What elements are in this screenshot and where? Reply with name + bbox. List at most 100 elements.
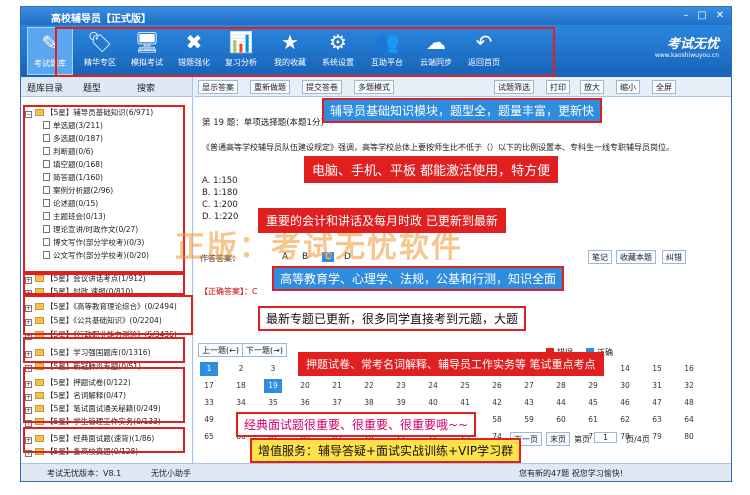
question-toolbar: 显示答案 重新做题 提交答卷 多题模式 试题筛选 打印 放大 缩小 全屏 bbox=[194, 77, 731, 97]
maximize-icon[interactable]: □ bbox=[695, 9, 709, 22]
question-number-cell[interactable]: 80 bbox=[680, 430, 698, 444]
question-number-cell[interactable]: 21 bbox=[328, 379, 346, 393]
question-number-cell[interactable]: 23 bbox=[392, 379, 410, 393]
option-b: B. 1:180 bbox=[202, 188, 238, 198]
question-number-cell[interactable]: 40 bbox=[424, 396, 442, 410]
question-number-cell[interactable]: 37 bbox=[328, 396, 346, 410]
fullscreen-button[interactable]: 全屏 bbox=[652, 80, 676, 94]
question-number-cell[interactable]: 79 bbox=[648, 430, 666, 444]
annotation-7: 经典面试题很重要、很重要、很重要哦~~ bbox=[236, 412, 477, 437]
question-number-cell[interactable]: 62 bbox=[616, 413, 634, 427]
question-number-cell[interactable]: 36 bbox=[296, 396, 314, 410]
zoom-in-button[interactable]: 放大 bbox=[580, 80, 604, 94]
question-number-cell[interactable]: 16 bbox=[680, 362, 698, 376]
option-d: D. 1:220 bbox=[202, 212, 239, 222]
option-c: C. 1:200 bbox=[202, 200, 238, 210]
ribbon-highlight-box bbox=[55, 27, 555, 77]
question-number-cell[interactable]: 34 bbox=[232, 396, 250, 410]
tab-type[interactable]: 题型 bbox=[83, 81, 101, 94]
tree-highlight-box-6 bbox=[23, 427, 185, 453]
question-number-cell[interactable]: 27 bbox=[520, 379, 538, 393]
question-number-cell[interactable]: 48 bbox=[680, 396, 698, 410]
annotation-3: 重要的会计和讲话及每月时政 已更新到最新 bbox=[258, 208, 506, 233]
question-stem: 《普通高等学校辅导员队伍建设规定》强调，高等学校总体上要按师生比不低于（）以下的… bbox=[202, 143, 674, 152]
question-number-cell[interactable]: 33 bbox=[200, 396, 218, 410]
tree-highlight-box-5 bbox=[23, 367, 185, 423]
question-number-cell[interactable]: 20 bbox=[296, 379, 314, 393]
question-number-cell[interactable]: 47 bbox=[648, 396, 666, 410]
brand-logo: 考试无忧 www.kaoshiwuyou.cn bbox=[654, 37, 719, 59]
question-number-cell[interactable]: 42 bbox=[488, 396, 506, 410]
question-number-cell[interactable]: 39 bbox=[392, 396, 410, 410]
tree-highlight-box-1 bbox=[23, 105, 185, 275]
question-number-cell[interactable]: 45 bbox=[584, 396, 602, 410]
question-number-cell[interactable]: 24 bbox=[424, 379, 442, 393]
submit-button[interactable]: 提交答卷 bbox=[302, 80, 342, 94]
question-number-cell[interactable]: 30 bbox=[616, 379, 634, 393]
annotation-8: 增值服务：辅导答疑+面试实战训练+VIP学习群 bbox=[250, 438, 522, 463]
question-number-cell[interactable]: 65 bbox=[200, 430, 218, 444]
print-button[interactable]: 打印 bbox=[546, 80, 570, 94]
status-bar: 考试无忧版本：V8.1 无忧小助手 您有新的47题 祝您学习愉快! bbox=[21, 463, 731, 481]
question-number-cell[interactable]: 58 bbox=[488, 413, 506, 427]
question-number-cell[interactable]: 28 bbox=[552, 379, 570, 393]
question-number-cell[interactable]: 18 bbox=[232, 379, 250, 393]
question-number-cell[interactable]: 3 bbox=[264, 362, 282, 376]
question-number-cell[interactable]: 14 bbox=[616, 362, 634, 376]
page-input[interactable]: 1 bbox=[594, 432, 618, 443]
question-number-cell[interactable]: 1 bbox=[200, 362, 218, 376]
annotation-4: 高等教育学、心理学、法规，公基和行测，知识全面 bbox=[272, 266, 565, 291]
question-number-cell[interactable]: 46 bbox=[616, 396, 634, 410]
question-number-cell[interactable]: 26 bbox=[488, 379, 506, 393]
question-number-cell[interactable]: 17 bbox=[200, 379, 218, 393]
multi-mode-button[interactable]: 多题模式 bbox=[354, 80, 394, 94]
question-number-cell[interactable]: 44 bbox=[552, 396, 570, 410]
question-number-cell[interactable]: 22 bbox=[360, 379, 378, 393]
question-number-cell[interactable]: 49 bbox=[200, 413, 218, 427]
question-number-cell[interactable]: 41 bbox=[456, 396, 474, 410]
page-total: 页/4页 bbox=[626, 435, 650, 444]
next-question-button[interactable]: 下一题(→) bbox=[242, 343, 287, 357]
show-answer-button[interactable]: 显示答案 bbox=[198, 80, 238, 94]
question-number-cell[interactable]: 59 bbox=[520, 413, 538, 427]
annotation-1: 辅导员基础知识模块，题型全，题量丰富，更新快 bbox=[322, 98, 603, 123]
note-button[interactable]: 笔记 bbox=[588, 250, 612, 264]
tree-highlight-box-2 bbox=[23, 271, 185, 295]
question-number-cell[interactable]: 63 bbox=[648, 413, 666, 427]
question-number-cell[interactable]: 25 bbox=[456, 379, 474, 393]
last-page-button[interactable]: 末页 bbox=[546, 432, 570, 446]
question-number-cell[interactable]: 2 bbox=[232, 362, 250, 376]
question-number-cell[interactable]: 60 bbox=[552, 413, 570, 427]
annotation-6: 押题试卷、常考名词解释、辅导员工作实务等 笔试重点考点 bbox=[298, 352, 604, 376]
question-number-cell[interactable]: 32 bbox=[680, 379, 698, 393]
tab-catalog[interactable]: 题库目录 bbox=[27, 81, 63, 94]
question-number-cell[interactable]: 35 bbox=[264, 396, 282, 410]
question-header: 第 19 题：单项选择题(本题1分) bbox=[202, 118, 324, 128]
version-label: 考试无忧版本：V8.1 bbox=[47, 469, 122, 478]
redo-button[interactable]: 重新做题 bbox=[250, 80, 290, 94]
question-number-cell[interactable]: 19 bbox=[264, 379, 282, 393]
question-number-cell[interactable]: 38 bbox=[360, 396, 378, 410]
status-message: 您有新的47题 祝您学习愉快! bbox=[519, 469, 623, 478]
page-label: 第页 bbox=[574, 435, 590, 444]
close-icon[interactable]: ✕ bbox=[713, 9, 727, 22]
tab-search[interactable]: 搜索 bbox=[137, 81, 155, 94]
question-number-cell[interactable]: 64 bbox=[680, 413, 698, 427]
question-number-cell[interactable]: 43 bbox=[520, 396, 538, 410]
helper-link[interactable]: 无忧小助手 bbox=[151, 468, 191, 479]
question-number-cell[interactable]: 61 bbox=[584, 413, 602, 427]
annotation-5: 最新专题已更新，很多同学直接考到元题，大题 bbox=[258, 306, 527, 331]
annotation-2: 电脑、手机、平板 都能激活使用，特方便 bbox=[304, 156, 559, 183]
prev-question-button[interactable]: 上一题(←) bbox=[198, 343, 243, 357]
tree-highlight-box-4 bbox=[23, 337, 185, 363]
left-tabs: 题库目录 题型 搜索 bbox=[21, 77, 192, 97]
zoom-out-button[interactable]: 缩小 bbox=[616, 80, 640, 94]
filter-button[interactable]: 试题筛选 bbox=[494, 80, 534, 94]
question-number-cell[interactable]: 29 bbox=[584, 379, 602, 393]
question-number-cell[interactable]: 15 bbox=[648, 362, 666, 376]
question-number-cell[interactable]: 31 bbox=[648, 379, 666, 393]
favorite-question-button[interactable]: 收藏本题 bbox=[616, 250, 656, 264]
minimize-icon[interactable]: – bbox=[679, 9, 693, 22]
report-error-button[interactable]: 纠错 bbox=[662, 250, 686, 264]
title-bar: 高校辅导员【正式版】 – □ ✕ bbox=[21, 7, 731, 25]
